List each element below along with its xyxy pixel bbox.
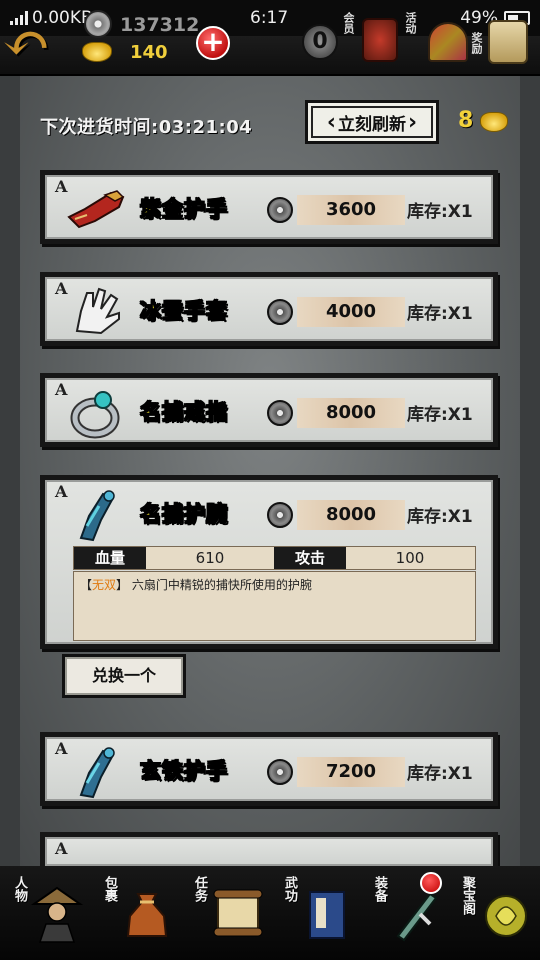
silver-coin-icon	[267, 197, 293, 223]
tag-bracket-close: 】	[116, 578, 129, 592]
shop-item-card[interactable]: A 名捕戒指 8000 库存:X1	[40, 373, 498, 447]
stat-value-hp: 610	[195, 549, 225, 567]
item-description: 【无双】 六扇门中精锐的捕快所使用的护腕	[73, 571, 476, 641]
item-name: 名捕戒指	[140, 400, 228, 425]
glove-icon	[75, 287, 120, 335]
item-stock: 库存:X1	[407, 405, 473, 425]
item-price: 3600	[297, 195, 405, 225]
silver-coin-icon	[267, 400, 293, 426]
bracer-icon	[79, 747, 115, 799]
clock: 6:17	[250, 8, 289, 28]
nav-quest[interactable]: 任务	[184, 866, 272, 960]
shop-item-card-selected[interactable]: A 名捕护腕 8000 库存:X1 血量 610 攻击 100 【无双】 六扇门…	[40, 475, 498, 649]
item-name: 冰蚕手套	[140, 299, 228, 324]
top-bar: ↶ 137312 140 + 0 会员 活动 奖励	[0, 9, 540, 77]
fan-icon[interactable]	[428, 22, 468, 62]
refresh-cost: 8	[458, 108, 474, 133]
item-name: 玄铁护手	[140, 759, 228, 784]
gold-amount: 140	[130, 42, 168, 63]
treasure-icon	[485, 895, 527, 937]
refresh-now-button[interactable]: ‹ 立刻刷新 ›	[305, 100, 439, 144]
vip-label: 会员	[342, 12, 355, 34]
item-stock: 库存:X1	[407, 202, 473, 222]
nav-label: 任务	[192, 876, 207, 902]
item-name: 名捕护腕	[140, 502, 228, 527]
notification-dot	[420, 872, 442, 894]
tag-bracket-open: 【	[80, 578, 93, 592]
right-bracket-icon: ›	[408, 109, 418, 135]
silver-coin-icon	[267, 759, 293, 785]
add-currency-button[interactable]: +	[196, 26, 230, 60]
gold-ingot-icon	[82, 42, 112, 62]
shop-item-card[interactable]: A 玄铁护手 7200 库存:X1	[40, 732, 498, 806]
back-arrow-icon[interactable]: ↶	[2, 6, 72, 80]
nav-bag[interactable]: 包裹	[94, 866, 182, 960]
item-price: 4000	[297, 297, 405, 327]
next-refresh-timer: 下次进货时间:03:21:04	[40, 117, 253, 138]
stat-label-hp: 血量	[74, 547, 146, 569]
nav-label: 聚宝阁	[460, 876, 475, 915]
exchange-one-button[interactable]: 兑换一个	[62, 654, 186, 698]
swordsman-icon	[30, 886, 84, 943]
shop-item-card[interactable]: A 冰蚕手套 4000 库存:X1	[40, 272, 498, 346]
silver-coin-icon	[267, 299, 293, 325]
shop-item-card[interactable]: A 紫金护手 3600 库存:X1	[40, 170, 498, 244]
item-description-text: 六扇门中精锐的捕快所使用的护腕	[131, 578, 312, 592]
nav-treasure-pavilion[interactable]: 聚宝阁	[452, 866, 540, 960]
stat-value-attack: 100	[395, 549, 425, 567]
drum-label: 活动	[404, 12, 417, 34]
shop-item-card[interactable]: A	[40, 832, 498, 866]
silver-coin-icon	[267, 502, 293, 528]
item-stats: 血量 610 攻击 100	[73, 546, 476, 570]
left-bracket-icon: ‹	[326, 109, 336, 135]
item-stock: 库存:X1	[407, 507, 473, 527]
nav-character[interactable]: 人物	[4, 866, 92, 960]
book-icon	[309, 891, 345, 939]
silver-coin-icon	[84, 10, 112, 38]
scroll-icon[interactable]	[488, 20, 528, 64]
nav-label: 武功	[282, 876, 297, 902]
stat-label-attack: 攻击	[274, 547, 346, 569]
nav-martial-arts[interactable]: 武功	[274, 866, 362, 960]
silver-amount: 137312	[120, 14, 200, 36]
item-price: 8000	[297, 500, 405, 530]
quest-scroll-icon	[213, 889, 263, 937]
drum-icon[interactable]	[362, 18, 398, 62]
fan-label: 奖励	[470, 32, 483, 54]
item-stock: 库存:X1	[407, 304, 473, 324]
item-name: 紫金护手	[140, 197, 228, 222]
item-grade: A	[55, 839, 68, 858]
nav-label: 装备	[372, 876, 387, 902]
bag-icon	[126, 893, 168, 937]
refresh-now-label: 立刻刷新	[338, 114, 406, 135]
bottom-nav: 人物 包裹 任务 武功 装备 聚宝阁	[0, 866, 540, 960]
item-tag: 无双	[92, 578, 117, 592]
item-stock: 库存:X1	[407, 764, 473, 784]
gold-ingot-icon	[480, 112, 508, 132]
nav-label: 包裹	[102, 876, 117, 902]
vip-badge[interactable]: 0	[302, 24, 338, 60]
bracer-icon	[79, 490, 115, 542]
gauntlet-icon	[67, 190, 125, 229]
item-price: 8000	[297, 398, 405, 428]
item-price: 7200	[297, 757, 405, 787]
ring-icon	[70, 391, 120, 439]
nav-label: 人物	[12, 876, 27, 902]
